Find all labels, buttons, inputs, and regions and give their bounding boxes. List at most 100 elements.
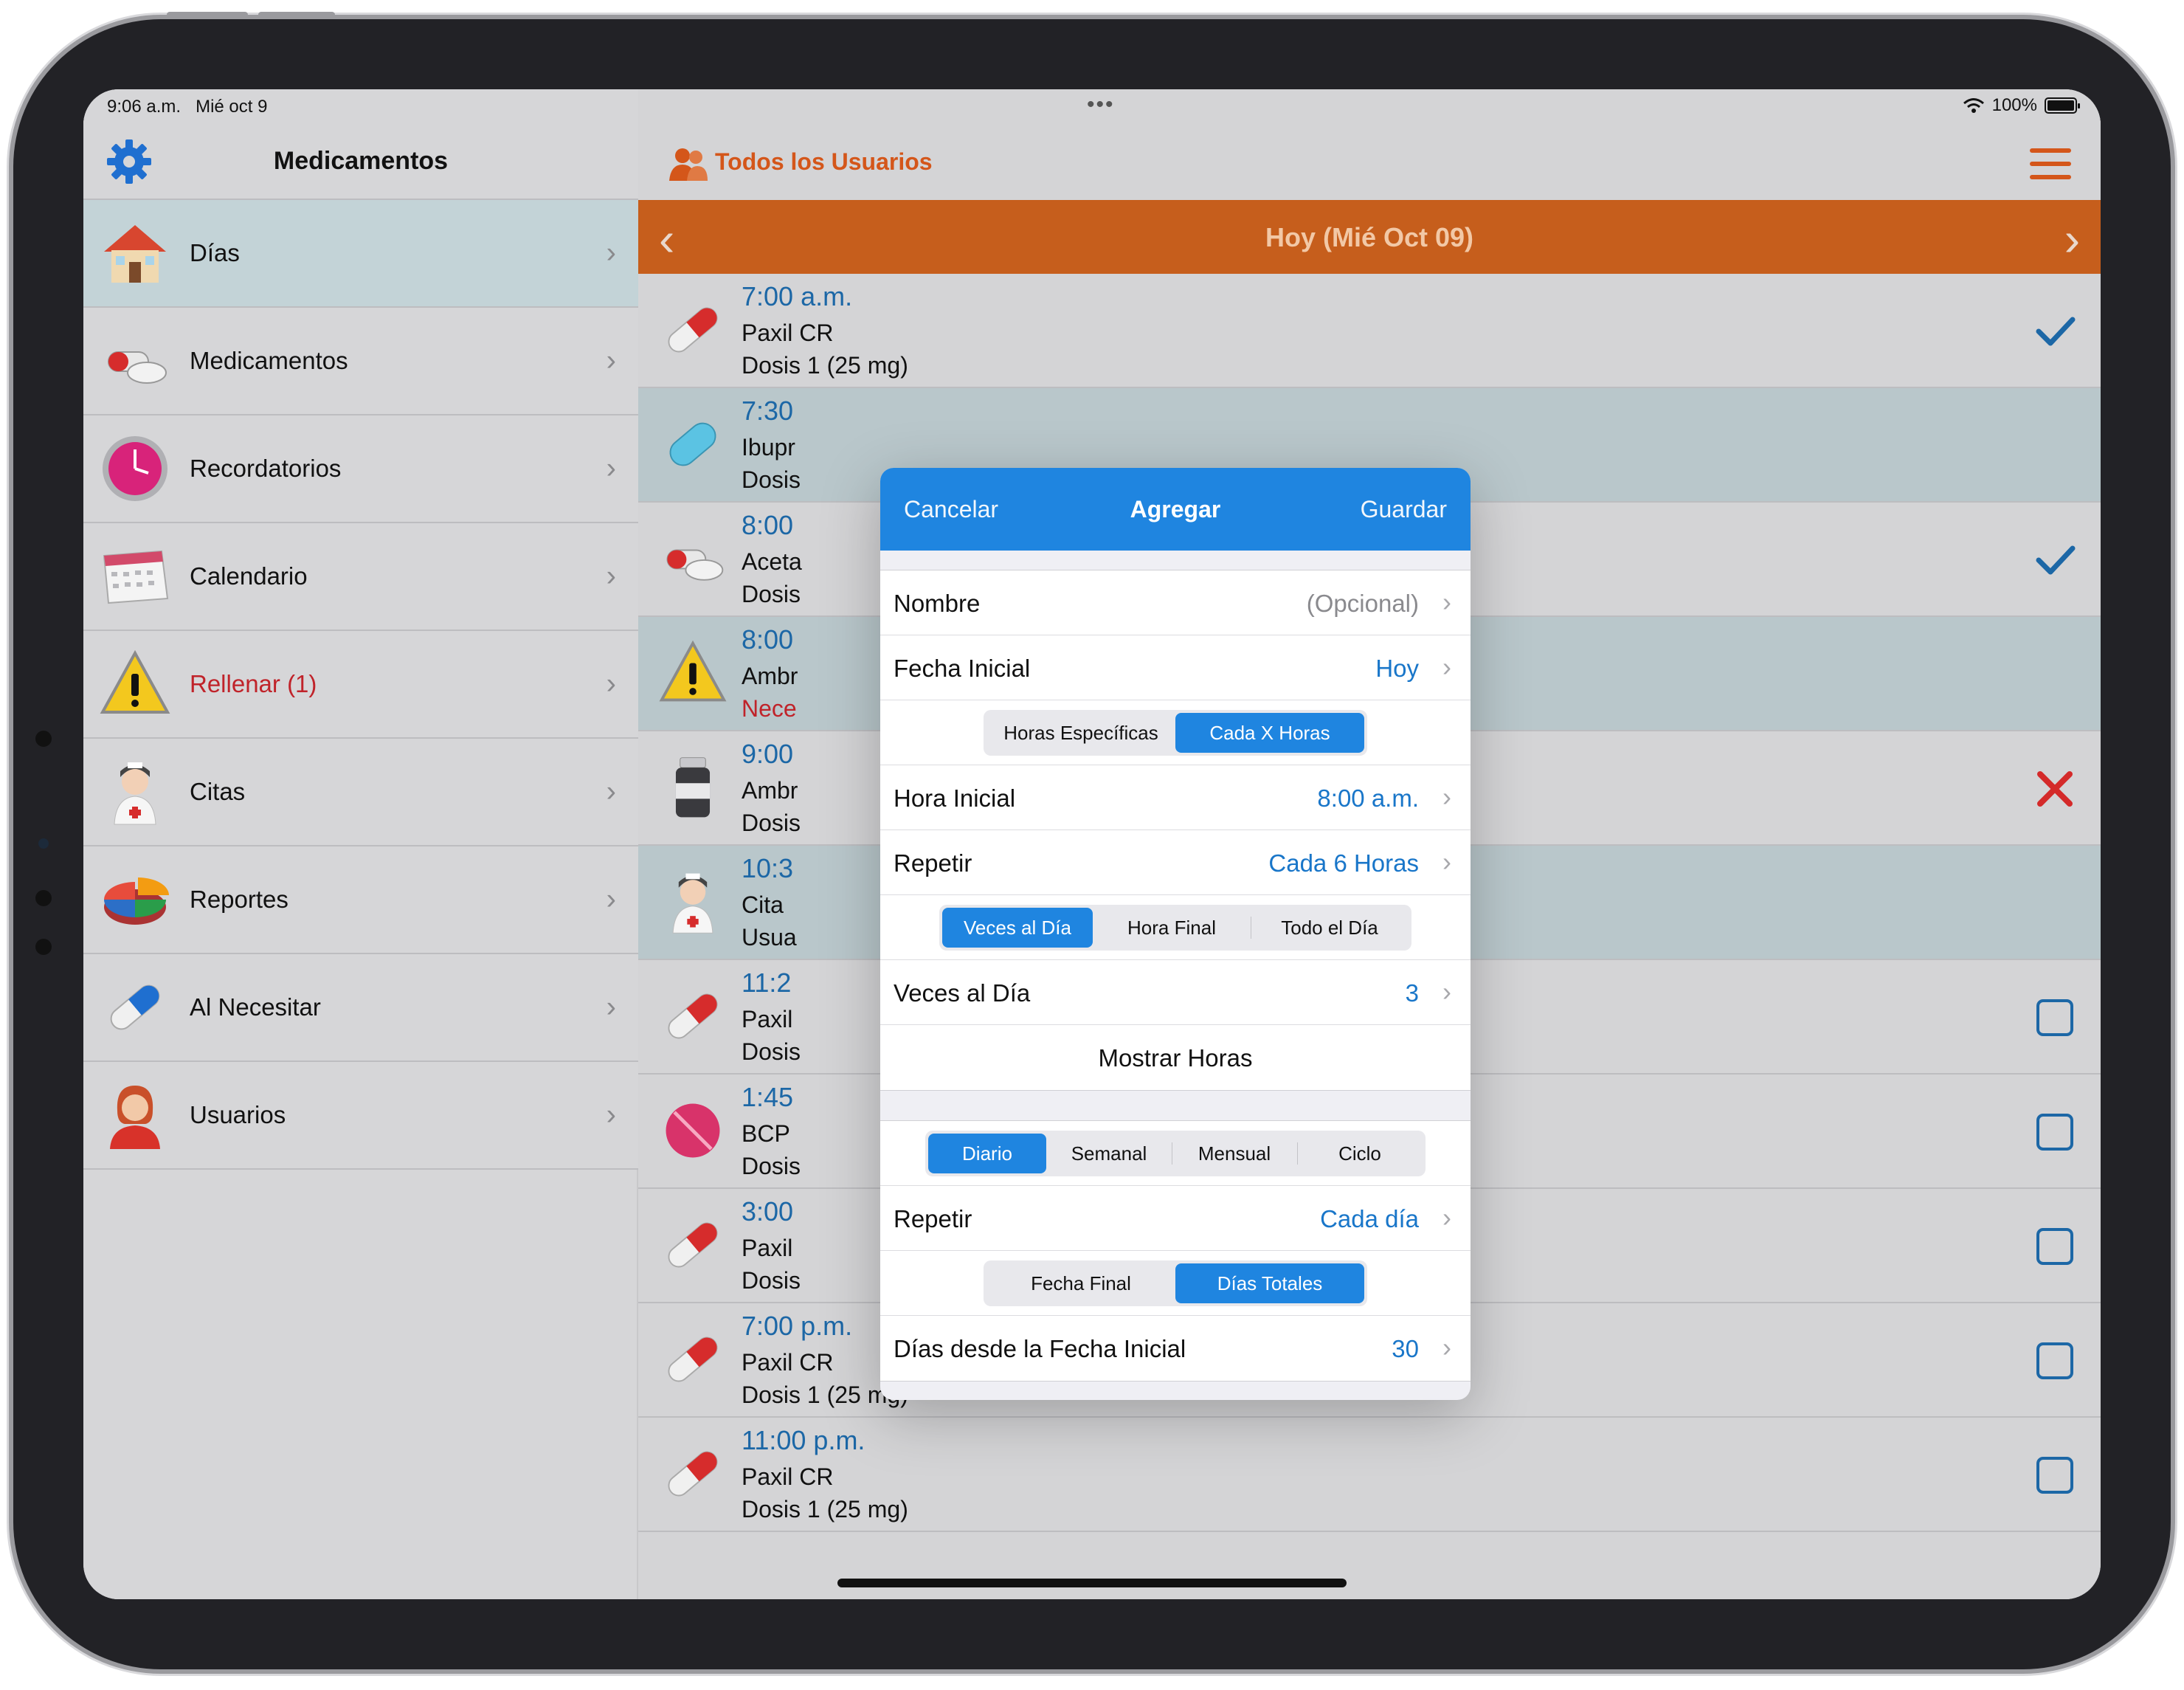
sidebar-item-label: Reportes — [190, 886, 288, 913]
nurse-icon — [97, 753, 173, 830]
sidebar-item-recordatorios[interactable]: Recordatorios › — [83, 415, 638, 523]
segment-end-time[interactable]: Hora Final — [1093, 908, 1251, 948]
dose-detail: Usua — [742, 924, 797, 951]
capsule-red-icon — [656, 293, 730, 367]
end-mode-segmented-control[interactable]: Veces al Día Hora Final Todo el Día — [939, 904, 1411, 951]
sidebar-item-rellenar[interactable]: Rellenar (1) › — [83, 631, 638, 739]
segment-cycle[interactable]: Ciclo — [1297, 1134, 1423, 1173]
user-icon — [97, 1077, 173, 1153]
wifi-icon — [1963, 98, 1984, 113]
save-button[interactable]: Guardar — [1361, 496, 1447, 523]
sidebar-item-label: Citas — [190, 778, 246, 805]
dose-time: 11:00 p.m. — [742, 1425, 865, 1455]
dose-detail: Dosis — [742, 810, 801, 836]
dose-detail: Dosis 1 (25 mg) — [742, 1496, 908, 1522]
sidebar-title: Medicamentos — [273, 147, 449, 175]
capsule-blue-icon — [97, 969, 173, 1046]
battery-icon — [2045, 97, 2080, 114]
menu-icon[interactable] — [2030, 148, 2071, 179]
chevron-right-icon: › — [1442, 652, 1451, 682]
medication-name: Paxil CR — [742, 1349, 834, 1376]
multitasking-dots[interactable]: ••• — [1087, 92, 1115, 117]
segment-daily[interactable]: Diario — [928, 1133, 1046, 1173]
segment-total-days[interactable]: Días Totales — [1175, 1263, 1364, 1303]
sidebar-item-citas[interactable]: Citas › — [83, 739, 638, 846]
chevron-right-icon[interactable]: › — [2064, 212, 2080, 266]
name-row[interactable]: Nombre (Opcional) › — [880, 570, 1471, 635]
sensor — [35, 890, 52, 906]
total-days-row[interactable]: Días desde la Fecha Inicial 30 › — [880, 1316, 1471, 1381]
duration-segmented-control[interactable]: Fecha Final Días Totales — [984, 1260, 1367, 1306]
repeat-hours-row[interactable]: Repetir Cada 6 Horas › — [880, 830, 1471, 895]
pie-chart-icon — [97, 861, 173, 938]
sidebar-item-calendario[interactable]: Calendario › — [83, 523, 638, 631]
checkmark-icon[interactable] — [2034, 311, 2076, 352]
checkbox[interactable] — [2034, 1111, 2076, 1153]
start-date-row[interactable]: Fecha Inicial Hoy › — [880, 635, 1471, 700]
frequency-row: Diario Semanal Mensual Ciclo — [880, 1121, 1471, 1186]
frequency-segmented-control[interactable]: Diario Semanal Mensual Ciclo — [925, 1130, 1426, 1176]
dose-detail: Dosis — [742, 1038, 801, 1065]
chevron-right-icon: › — [606, 667, 616, 700]
segment-weekly[interactable]: Semanal — [1046, 1134, 1172, 1173]
sidebar-item-label: Usuarios — [190, 1101, 286, 1128]
segment-all-day[interactable]: Todo el Día — [1251, 908, 1409, 948]
users-icon[interactable] — [668, 142, 709, 184]
chevron-right-icon: › — [606, 990, 616, 1024]
missed-x-icon[interactable] — [2034, 768, 2076, 810]
modal-nav-bar: Cancelar Agregar Guardar — [880, 468, 1471, 551]
volume-button — [258, 12, 335, 19]
sidebar-item-usuarios[interactable]: Usuarios › — [83, 1062, 638, 1170]
capsule-red-icon — [656, 1437, 730, 1511]
segment-every-x-hours[interactable]: Cada X Horas — [1175, 712, 1364, 753]
home-indicator[interactable] — [837, 1579, 1347, 1587]
sensor — [35, 939, 52, 955]
sidebar-item-dias[interactable]: Días › — [83, 200, 638, 308]
all-users-button[interactable]: Todos los Usuarios — [715, 148, 933, 176]
checkmark-icon[interactable] — [2034, 539, 2076, 581]
chevron-right-icon: › — [606, 236, 616, 269]
dose-time: 3:00 — [742, 1196, 794, 1227]
chevron-right-icon: › — [1442, 587, 1451, 617]
checkbox[interactable] — [2034, 1340, 2076, 1382]
sidebar-item-reportes[interactable]: Reportes › — [83, 846, 638, 954]
time-mode-row: Horas Específicas Cada X Horas — [880, 700, 1471, 765]
sidebar: Medicamentos Días › Medicamentos › Recor… — [83, 89, 638, 1599]
segment-specific-hours[interactable]: Horas Específicas — [986, 713, 1175, 753]
start-time-row[interactable]: Hora Inicial 8:00 a.m. › — [880, 765, 1471, 830]
chevron-right-icon: › — [606, 775, 616, 808]
medication-name: Ambr — [742, 777, 798, 804]
segment-monthly[interactable]: Mensual — [1172, 1134, 1297, 1173]
dose-detail: Dosis — [742, 581, 801, 607]
sidebar-item-medicamentos[interactable]: Medicamentos › — [83, 308, 638, 415]
schedule-row[interactable]: 11:00 p.m. Paxil CR Dosis 1 (25 mg) — [638, 1418, 2101, 1532]
sidebar-item-label: Recordatorios — [190, 455, 342, 482]
calendar-icon — [97, 538, 173, 615]
repeat-days-row[interactable]: Repetir Cada día › — [880, 1186, 1471, 1251]
chevron-right-icon: › — [1442, 976, 1451, 1007]
dose-time: 7:00 a.m. — [742, 281, 853, 311]
checkbox[interactable] — [2034, 997, 2076, 1038]
medication-name: Ambr — [742, 663, 798, 689]
medication-name: Paxil CR — [742, 320, 834, 346]
dose-time: 8:00 — [742, 624, 794, 655]
medication-name: Paxil CR — [742, 1463, 834, 1490]
volume-button — [167, 12, 248, 19]
time-mode-segmented-control[interactable]: Horas Específicas Cada X Horas — [984, 709, 1367, 756]
house-icon — [97, 215, 173, 292]
bottle-icon — [656, 751, 730, 824]
status-time: 9:06 a.m. Mié oct 9 — [107, 97, 268, 117]
segment-end-date[interactable]: Fecha Final — [986, 1263, 1175, 1303]
schedule-row[interactable]: 7:00 a.m. Paxil CR Dosis 1 (25 mg) — [638, 274, 2101, 388]
checkbox[interactable] — [2034, 1226, 2076, 1267]
medication-name: Ibupr — [742, 434, 795, 461]
show-hours-button[interactable]: Mostrar Horas — [880, 1025, 1471, 1090]
dose-detail: Dosis — [742, 1267, 801, 1294]
add-schedule-modal: Cancelar Agregar Guardar Nombre (Opciona… — [880, 468, 1471, 1400]
sidebar-item-al-necesitar[interactable]: Al Necesitar › — [83, 954, 638, 1062]
checkbox[interactable] — [2034, 1455, 2076, 1496]
segment-times-per-day[interactable]: Veces al Día — [942, 907, 1093, 948]
times-per-day-row[interactable]: Veces al Día 3 › — [880, 960, 1471, 1025]
dose-detail: Dosis 1 (25 mg) — [742, 352, 908, 379]
screen: Medicamentos Días › Medicamentos › Recor… — [83, 89, 2101, 1599]
